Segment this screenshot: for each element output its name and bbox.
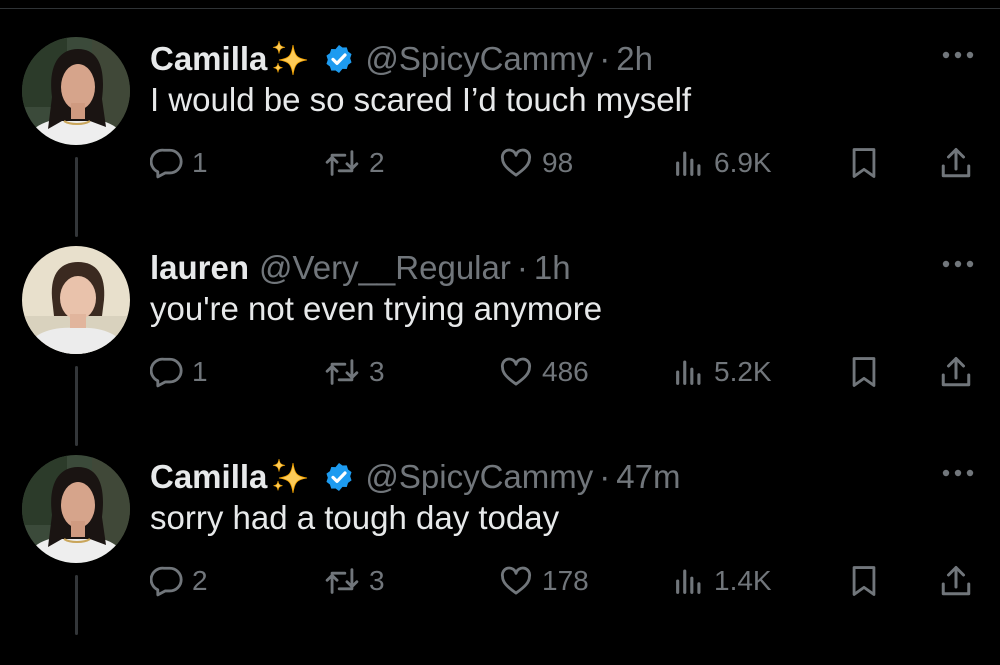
- more-options-icon[interactable]: [940, 467, 976, 479]
- separator: ·: [599, 458, 611, 495]
- retweet-icon: [323, 564, 361, 598]
- retweet-count: 2: [369, 147, 385, 178]
- top-divider: [0, 8, 1000, 9]
- views-icon: [672, 146, 706, 180]
- avatar[interactable]: [22, 37, 130, 145]
- reply-count: 1: [192, 356, 208, 387]
- timestamp[interactable]: 47m: [616, 458, 680, 496]
- like-button[interactable]: 178: [498, 559, 589, 603]
- action-bar: 1 2 98 6.9K: [150, 141, 980, 185]
- timestamp[interactable]: 2h: [616, 40, 653, 78]
- tweet-text: I would be so scared I’d touch myself: [150, 81, 692, 118]
- separator: ·: [516, 249, 528, 286]
- tweet-header: Camilla @SpicyCammy · 2h: [150, 37, 653, 81]
- reply-icon: [150, 564, 184, 598]
- share-icon: [938, 563, 974, 599]
- heart-icon: [498, 355, 534, 389]
- views-button[interactable]: 1.4K: [672, 559, 772, 603]
- retweet-button[interactable]: 2: [323, 141, 385, 185]
- retweet-count: 3: [369, 356, 385, 387]
- tweet[interactable]: Camilla @SpicyCammy · 2h I would be so s…: [0, 37, 1000, 247]
- verified-badge-icon[interactable]: [323, 43, 355, 75]
- share-icon: [938, 145, 974, 181]
- like-button[interactable]: 486: [498, 350, 589, 394]
- views-button[interactable]: 6.9K: [672, 141, 772, 185]
- separator: ·: [599, 40, 611, 77]
- thread-line: [75, 575, 78, 635]
- retweet-button[interactable]: 3: [323, 559, 385, 603]
- reply-count: 2: [192, 565, 208, 596]
- share-button[interactable]: [938, 141, 974, 185]
- action-bar: 2 3 178 1.4K: [150, 559, 980, 603]
- bookmark-icon: [847, 563, 881, 599]
- bookmark-button[interactable]: [847, 141, 881, 185]
- avatar[interactable]: [22, 455, 130, 563]
- tweet-text: sorry had a tough day today: [150, 499, 560, 536]
- display-name[interactable]: lauren: [150, 249, 249, 287]
- like-count: 486: [542, 356, 589, 387]
- views-icon: [672, 355, 706, 389]
- bookmark-button[interactable]: [847, 350, 881, 394]
- username[interactable]: @SpicyCammy: [365, 458, 593, 496]
- reply-icon: [150, 146, 184, 180]
- heart-icon: [498, 564, 534, 598]
- reply-icon: [150, 355, 184, 389]
- bookmark-icon: [847, 354, 881, 390]
- reply-button[interactable]: 1: [150, 350, 208, 394]
- share-button[interactable]: [938, 350, 974, 394]
- tweet[interactable]: lauren @Very__Regular · 1h you're not ev…: [0, 246, 1000, 456]
- heart-icon: [498, 146, 534, 180]
- display-name[interactable]: Camilla: [150, 458, 267, 496]
- tweet-header: Camilla @SpicyCammy · 47m: [150, 455, 680, 499]
- action-bar: 1 3 486 5.2K: [150, 350, 980, 394]
- tweet-header: lauren @Very__Regular · 1h: [150, 246, 571, 290]
- views-button[interactable]: 5.2K: [672, 350, 772, 394]
- more-options-icon[interactable]: [940, 258, 976, 270]
- tweet[interactable]: Camilla @SpicyCammy · 47m sorry had a to…: [0, 455, 1000, 665]
- display-name[interactable]: Camilla: [150, 40, 267, 78]
- retweet-icon: [323, 355, 361, 389]
- thread-line: [75, 157, 78, 237]
- views-count: 6.9K: [714, 147, 772, 178]
- views-count: 5.2K: [714, 356, 772, 387]
- like-button[interactable]: 98: [498, 141, 573, 185]
- bookmark-icon: [847, 145, 881, 181]
- retweet-count: 3: [369, 565, 385, 596]
- username[interactable]: @Very__Regular: [259, 249, 511, 287]
- more-options-icon[interactable]: [940, 49, 976, 61]
- sparkles-emoji: [269, 39, 311, 79]
- reply-button[interactable]: 2: [150, 559, 208, 603]
- like-count: 178: [542, 565, 589, 596]
- retweet-icon: [323, 146, 361, 180]
- timestamp[interactable]: 1h: [534, 249, 571, 287]
- avatar[interactable]: [22, 246, 130, 354]
- reply-button[interactable]: 1: [150, 141, 208, 185]
- tweet-text: you're not even trying anymore: [150, 290, 603, 327]
- verified-badge-icon[interactable]: [323, 461, 355, 493]
- share-icon: [938, 354, 974, 390]
- like-count: 98: [542, 147, 574, 178]
- views-icon: [672, 564, 706, 598]
- sparkles-emoji: [269, 457, 311, 497]
- share-button[interactable]: [938, 559, 974, 603]
- views-count: 1.4K: [714, 565, 772, 596]
- thread-line: [75, 366, 78, 446]
- retweet-button[interactable]: 3: [323, 350, 385, 394]
- username[interactable]: @SpicyCammy: [365, 40, 593, 78]
- bookmark-button[interactable]: [847, 559, 881, 603]
- reply-count: 1: [192, 147, 208, 178]
